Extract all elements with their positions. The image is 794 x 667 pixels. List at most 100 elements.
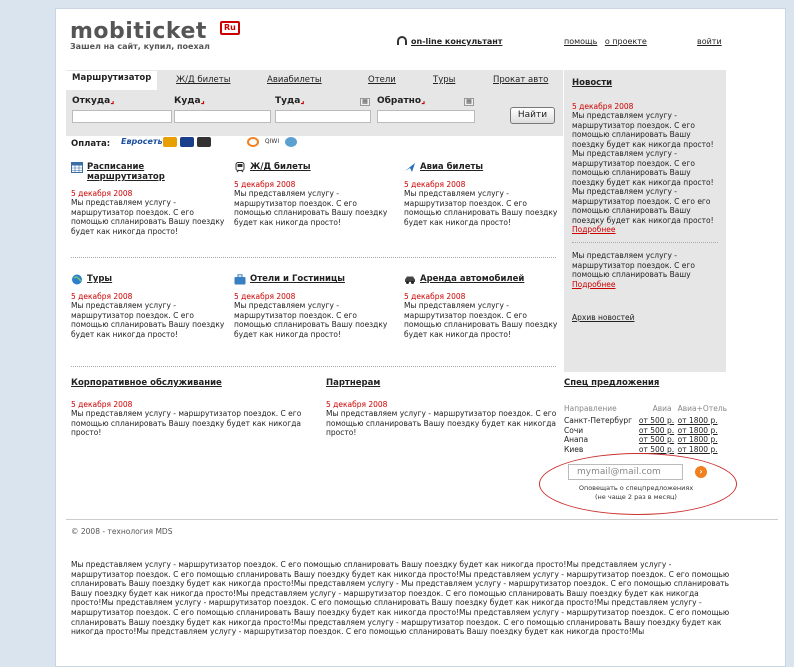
specials-col-avia-hotel: Авиа+Отель [677, 404, 728, 413]
service-tours: Туры 5 декабря 2008 Мы представляем услу… [71, 274, 231, 339]
email-input[interactable]: mymail@mail.com [568, 464, 683, 480]
copyright: © 2008 - технология MDS [71, 527, 173, 536]
service-avia-title[interactable]: Авиа билеты [404, 162, 564, 172]
plane-icon [405, 163, 415, 172]
specials-table: Направление Авиа Авиа+Отель Санкт-Петерб… [564, 404, 732, 454]
slogan: Зашел на сайт, купил, поехал [70, 42, 210, 51]
specials-avia-hotel-price[interactable]: от 1800 р. [678, 435, 732, 445]
news-title[interactable]: Новости [572, 78, 718, 88]
service-tours-title[interactable]: Туры [71, 274, 231, 285]
subscribe-note: Оповещать о спецпредложениях (не чаще 2 р… [578, 484, 694, 501]
specials-col-direction: Направление [564, 404, 617, 413]
divider [71, 257, 556, 258]
back-date-input[interactable] [377, 110, 475, 123]
specials-avia-hotel-price[interactable]: от 1800 р. [678, 426, 732, 436]
specials-city: Анапа [564, 435, 589, 444]
news-archive-link[interactable]: Архив новостей [572, 313, 718, 322]
news-more-link-2[interactable]: Подробнее [572, 280, 718, 289]
qiwi-logo: QIWI [262, 137, 282, 147]
webmoney-logo [285, 137, 297, 147]
specials-avia-price[interactable]: от 500 р. [639, 435, 678, 445]
news-text: Мы представляем услугу - маршрутизатор п… [572, 111, 714, 225]
service-text: Мы представляем услугу - маршрутизатор п… [234, 189, 388, 227]
tab-avia[interactable]: Авиабилеты [267, 75, 322, 85]
search-tabs: Маршрутизатор Ж/Д билеты Авиабилеты Отел… [66, 71, 563, 90]
news-panel: Новости 5 декабря 2008 Мы представляем у… [564, 70, 726, 372]
subscribe-arrow-icon[interactable]: › [695, 466, 707, 478]
service-date: 5 декабря 2008 [404, 292, 466, 301]
search-panel: Маршрутизатор Ж/Д билеты Авиабилеты Отел… [66, 70, 563, 136]
headset-icon [397, 36, 407, 45]
qiwi-ring-logo [247, 137, 259, 147]
specials-city: Сочи [564, 425, 584, 435]
search-fields: Откуда⌟ Куда⌟ Туда⌟ ▦ Обратно⌟ ▦ Найти [72, 96, 557, 136]
partners-text: Мы представляем услугу - маршрутизатор п… [326, 409, 557, 437]
mastercard-logo [163, 137, 177, 147]
specials-title[interactable]: Спец предложения [564, 378, 659, 388]
logo[interactable]: mobiticket Ru [70, 19, 240, 44]
service-date: 5 декабря 2008 [234, 180, 296, 189]
service-car-title[interactable]: Аренда автомобилей [404, 274, 564, 284]
news-date: 5 декабря 2008 [572, 102, 634, 111]
login-link[interactable]: войти [697, 37, 722, 46]
service-date: 5 декабря 2008 [71, 189, 133, 198]
where-input[interactable] [174, 110, 271, 123]
payment-label: Оплата: [71, 139, 111, 149]
service-rail-title[interactable]: Ж/Д билеты [234, 162, 394, 173]
service-text: Мы представляем услугу - маршрутизатор п… [71, 301, 225, 339]
service-hotels-title[interactable]: Отели и Гостиницы [234, 274, 394, 285]
help-link[interactable]: помощь [564, 37, 597, 46]
service-schedule-title[interactable]: Расписание маршрутизатор [71, 162, 231, 182]
online-consultant-link[interactable]: on-line консультант [397, 36, 502, 46]
corporate-text: Мы представляем услугу - маршрутизатор п… [71, 409, 302, 437]
specials-avia-hotel-price[interactable]: от 1800 р. [678, 416, 732, 426]
suitcase-icon [234, 274, 246, 285]
top-links: помощь о проекте [564, 37, 652, 46]
news-text-2: Мы представляем услугу - маршрутизатор п… [572, 251, 695, 279]
to-date-input[interactable] [275, 110, 371, 123]
calendar-back-icon[interactable]: ▦ [464, 98, 474, 106]
from-label: Откуда⌟ [72, 96, 115, 106]
footer-divider [66, 519, 778, 520]
table-row: Сочи от 500 р. от 1800 р. [564, 426, 732, 436]
tab-car-rental[interactable]: Прокат авто [493, 75, 548, 85]
from-input[interactable] [72, 110, 172, 123]
news-more-link[interactable]: Подробнее [572, 225, 718, 234]
table-row: Анапа от 500 р. от 1800 р. [564, 435, 732, 445]
calendar-to-icon[interactable]: ▦ [360, 98, 370, 106]
divider [71, 366, 556, 367]
service-schedule: Расписание маршрутизатор 5 декабря 2008 М… [71, 162, 231, 236]
about-link[interactable]: о проекте [605, 37, 647, 46]
kiwi-logo [214, 137, 244, 147]
train-icon [235, 162, 245, 173]
specials-avia-hotel-price[interactable]: от 1800 р. [678, 445, 732, 455]
logo-badge: Ru [220, 21, 240, 35]
tab-rail[interactable]: Ж/Д билеты [176, 75, 230, 85]
service-car-rental: Аренда автомобилей 5 декабря 2008 Мы пре… [404, 274, 564, 339]
page-frame: mobiticket Ru Зашел на сайт, купил, поех… [55, 8, 786, 667]
euroset-logo: Евросеть [121, 137, 163, 147]
corporate-title[interactable]: Корпоративное обслуживание [71, 378, 222, 388]
partners-title[interactable]: Партнерам [326, 378, 380, 388]
visa-logo [180, 137, 194, 147]
specials-avia-price[interactable]: от 500 р. [639, 416, 678, 426]
specials-avia-price[interactable]: от 500 р. [639, 426, 678, 436]
tab-tours[interactable]: Туры [433, 75, 455, 85]
specials-city: Санкт-Петербург [564, 416, 633, 425]
service-avia: Авиа билеты 5 декабря 2008 Мы представля… [404, 162, 564, 227]
globe-icon [72, 274, 82, 285]
logo-text: mobiticket [70, 19, 207, 44]
service-text: Мы представляем услугу - маршрутизатор п… [234, 301, 388, 339]
to-label: Туда⌟ [275, 96, 305, 106]
tab-router[interactable]: Маршрутизатор [66, 71, 158, 90]
footer-text: Мы представляем услугу - маршрутизатор п… [71, 560, 730, 637]
service-text: Мы представляем услугу - маршрутизатор п… [71, 198, 225, 236]
corporate-date: 5 декабря 2008 [71, 400, 133, 409]
service-date: 5 декабря 2008 [404, 180, 466, 189]
specials-col-avia: Авиа [652, 404, 672, 413]
online-consultant-label: on-line консультант [411, 37, 503, 46]
find-button[interactable]: Найти [510, 107, 555, 124]
tab-hotels[interactable]: Отели [368, 75, 396, 85]
back-label: Обратно⌟ [377, 96, 426, 106]
where-label: Куда⌟ [174, 96, 205, 106]
